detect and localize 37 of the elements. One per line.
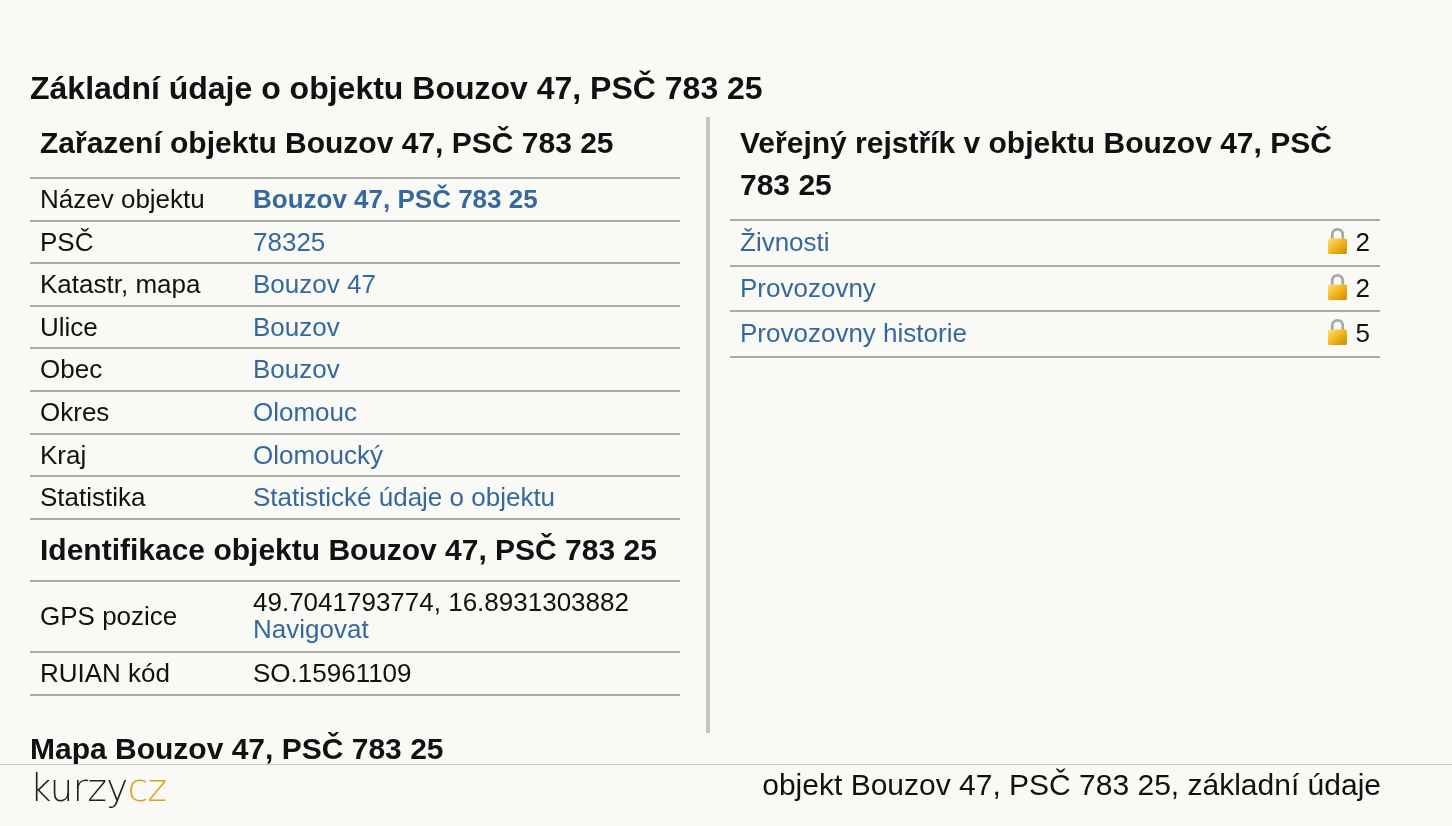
field-label: Ulice <box>30 305 243 349</box>
footer-caption: objekt Bouzov 47, PSČ 783 25, základní údaje <box>762 768 1381 802</box>
gps-coordinates: 49.7041793774, 16.8931303882 <box>253 588 630 617</box>
field-label: Kraj <box>30 433 243 477</box>
record-count: 5 <box>1355 320 1370 348</box>
value-link[interactable]: 78325 <box>253 226 326 257</box>
padlock-icon <box>1326 318 1348 346</box>
value-link[interactable]: Bouzov <box>253 354 340 385</box>
field-label: RUIAN kód <box>30 651 243 695</box>
section-heading: Zařazení objektu Bouzov 47, PSČ 783 25 <box>40 125 615 161</box>
register-link[interactable]: Živnosti <box>740 229 830 257</box>
field-value: SO.15961109 <box>243 651 680 695</box>
value-link[interactable]: Bouzov 47, PSČ 783 25 <box>253 184 538 214</box>
field-label: GPS pozice <box>30 580 243 652</box>
register-link[interactable]: Provozovny historie <box>740 320 967 348</box>
site-logo[interactable]: kurzycz <box>30 769 167 809</box>
value-link[interactable]: Bouzov <box>253 311 340 342</box>
padlock-icon <box>1326 227 1348 255</box>
field-label: Okres <box>30 390 243 434</box>
section-heading: Mapa Bouzov 47, PSČ 783 25 <box>30 732 445 764</box>
field-label: PSČ <box>30 220 243 264</box>
value-link[interactable]: Bouzov 47 <box>253 269 376 300</box>
page-title: Základní údaje o objektu Bouzov 47, PSČ 783 25 <box>30 69 764 107</box>
field-label: Katastr, mapa <box>30 263 243 306</box>
value-link[interactable]: Olomouc <box>253 396 358 427</box>
record-count: 2 <box>1355 229 1370 257</box>
record-count: 2 <box>1355 274 1370 303</box>
navigate-link[interactable]: Navigovat <box>253 614 369 645</box>
section-heading: Veřejný rejstřík v objektu Bouzov 47, PSČ 783 25 <box>740 125 1333 203</box>
register-link[interactable]: Provozovny <box>740 274 876 303</box>
field-label: Název objektu <box>30 178 243 221</box>
padlock-icon <box>1326 272 1348 300</box>
value-link[interactable]: Olomoucký <box>253 439 384 470</box>
section-heading: Identifikace objektu Bouzov 47, PSČ 783 25 <box>40 533 658 566</box>
field-label: Obec <box>30 348 243 391</box>
value-link[interactable]: Statistické údaje o objektu <box>253 482 556 513</box>
field-label: Statistika <box>30 476 243 519</box>
